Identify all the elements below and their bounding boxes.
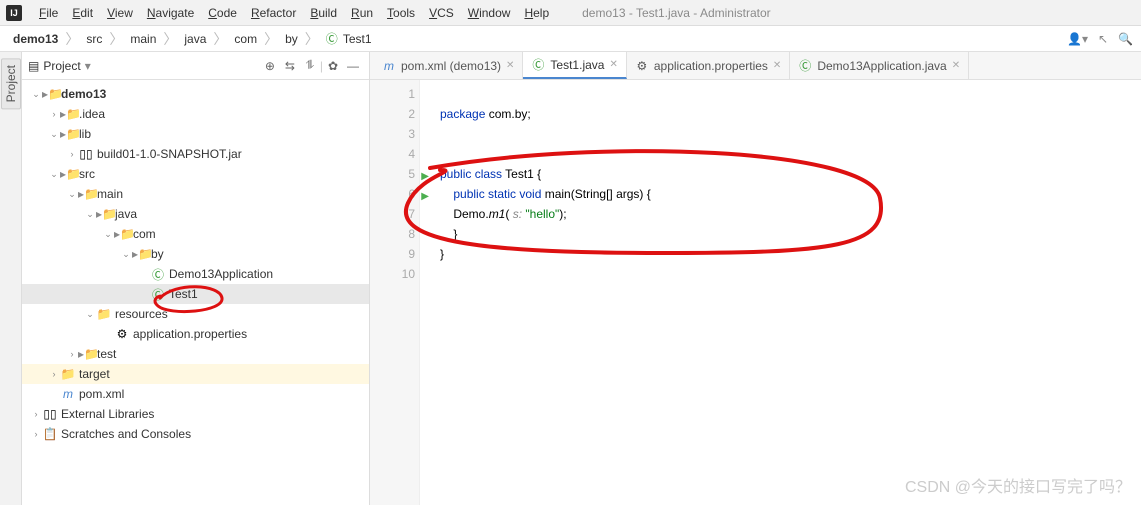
crumb-java[interactable]: java [179,31,211,47]
hide-icon[interactable]: — [343,59,363,73]
tree-item-pom-xml[interactable]: mpom.xml [22,384,369,404]
code-area: 12345▶6▶78910 package com.by;public clas… [370,80,1141,505]
tree-item--idea[interactable]: ›▸📁.idea [22,104,369,124]
menu-view[interactable]: View [100,3,140,23]
close-icon[interactable]: ✕ [506,60,514,71]
collapse-icon[interactable]: ⥮ [300,58,320,73]
gear-icon[interactable]: ✿ [323,59,343,73]
tree-item-test[interactable]: ›▸📁test [22,344,369,364]
tab-demo13application-java[interactable]: ⒸDemo13Application.java✕ [790,52,969,79]
window-title: demo13 - Test1.java - Administrator [582,6,771,20]
tree-item-build01-1-0-snapshot-jar[interactable]: ›▯▯build01-1.0-SNAPSHOT.jar [22,144,369,164]
menu-navigate[interactable]: Navigate [140,3,201,23]
tree-item-resources[interactable]: ⌄📁resources [22,304,369,324]
menu-bar: IJ FileEditViewNavigateCodeRefactorBuild… [0,0,1141,26]
tree-item-test1[interactable]: ⒸTest1 [22,284,369,304]
close-icon[interactable]: ✕ [773,60,781,71]
project-panel: ▤ Project ▾ ⊕ ⇆ ⥮ | ✿ — ⌄▸📁demo13›▸📁.ide… [22,52,370,505]
tree-item-by[interactable]: ⌄▸📁by [22,244,369,264]
crumb-by[interactable]: by [280,31,303,47]
close-icon[interactable]: ✕ [952,60,960,71]
toolbar-right: 👤▾ ↖ 🔍 [1067,32,1133,46]
crumb-demo13[interactable]: demo13 [8,31,63,47]
crumb-main[interactable]: main [125,31,161,47]
left-gutter: Project [0,52,22,505]
close-icon[interactable]: ✕ [609,59,617,70]
tree-item-demo13[interactable]: ⌄▸📁demo13 [22,84,369,104]
chevron-down-icon: ▾ [85,59,91,73]
menu-edit[interactable]: Edit [65,3,100,23]
tree-item-scratches-and-consoles[interactable]: ›📋Scratches and Consoles [22,424,369,444]
project-panel-label[interactable]: ▤ Project ▾ [28,59,91,73]
crumb-Test1[interactable]: Ⓒ Test1 [321,29,377,48]
tree-item-external-libraries[interactable]: ›▯▯External Libraries [22,404,369,424]
locate-icon[interactable]: ⊕ [260,59,280,73]
menu-build[interactable]: Build [303,3,344,23]
app-logo: IJ [6,5,22,21]
tree-item-src[interactable]: ⌄▸📁src [22,164,369,184]
menu-window[interactable]: Window [461,3,518,23]
menu-run[interactable]: Run [344,3,380,23]
project-tree[interactable]: ⌄▸📁demo13›▸📁.idea⌄▸📁lib›▯▯build01-1.0-SN… [22,80,369,505]
search-icon[interactable]: 🔍 [1118,32,1133,46]
menu-help[interactable]: Help [517,3,556,23]
breadcrumb-bar: demo13〉src〉main〉java〉com〉by〉Ⓒ Test1 👤▾ ↖… [0,26,1141,52]
tree-item-com[interactable]: ⌄▸📁com [22,224,369,244]
tree-item-demo13application[interactable]: ⒸDemo13Application [22,264,369,284]
tree-item-target[interactable]: ›📁target [22,364,369,384]
tab-application-properties[interactable]: ⚙application.properties✕ [627,52,790,79]
project-panel-header: ▤ Project ▾ ⊕ ⇆ ⥮ | ✿ — [22,52,369,80]
menu-vcs[interactable]: VCS [422,3,461,23]
project-icon: ▤ [28,59,39,73]
tab-test1-java[interactable]: ⒸTest1.java✕ [523,52,626,79]
tab-pom-xml--demo13-[interactable]: mpom.xml (demo13)✕ [374,52,523,79]
tree-item-main[interactable]: ⌄▸📁main [22,184,369,204]
menu-code[interactable]: Code [201,3,244,23]
line-gutter[interactable]: 12345▶6▶78910 [370,80,420,505]
crumb-com[interactable]: com [229,31,262,47]
crumb-src[interactable]: src [81,31,107,47]
editor-tabs: mpom.xml (demo13)✕ⒸTest1.java✕⚙applicati… [370,52,1141,80]
menu-file[interactable]: File [32,3,65,23]
editor-area: mpom.xml (demo13)✕ⒸTest1.java✕⚙applicati… [370,52,1141,505]
tree-item-java[interactable]: ⌄▸📁java [22,204,369,224]
menu-refactor[interactable]: Refactor [244,3,303,23]
user-icon[interactable]: 👤▾ [1067,32,1088,46]
project-tool-tab[interactable]: Project [1,58,21,109]
tree-item-application-properties[interactable]: ⚙application.properties [22,324,369,344]
tree-item-lib[interactable]: ⌄▸📁lib [22,124,369,144]
back-icon[interactable]: ↖ [1098,32,1108,46]
watermark: CSDN @今天的接口写完了吗？ [905,473,1131,497]
expand-icon[interactable]: ⇆ [280,59,300,73]
code-editor[interactable]: package com.by;public class Test1 { publ… [420,80,1141,505]
menu-tools[interactable]: Tools [380,3,422,23]
breadcrumb[interactable]: demo13〉src〉main〉java〉com〉by〉Ⓒ Test1 [8,29,377,49]
